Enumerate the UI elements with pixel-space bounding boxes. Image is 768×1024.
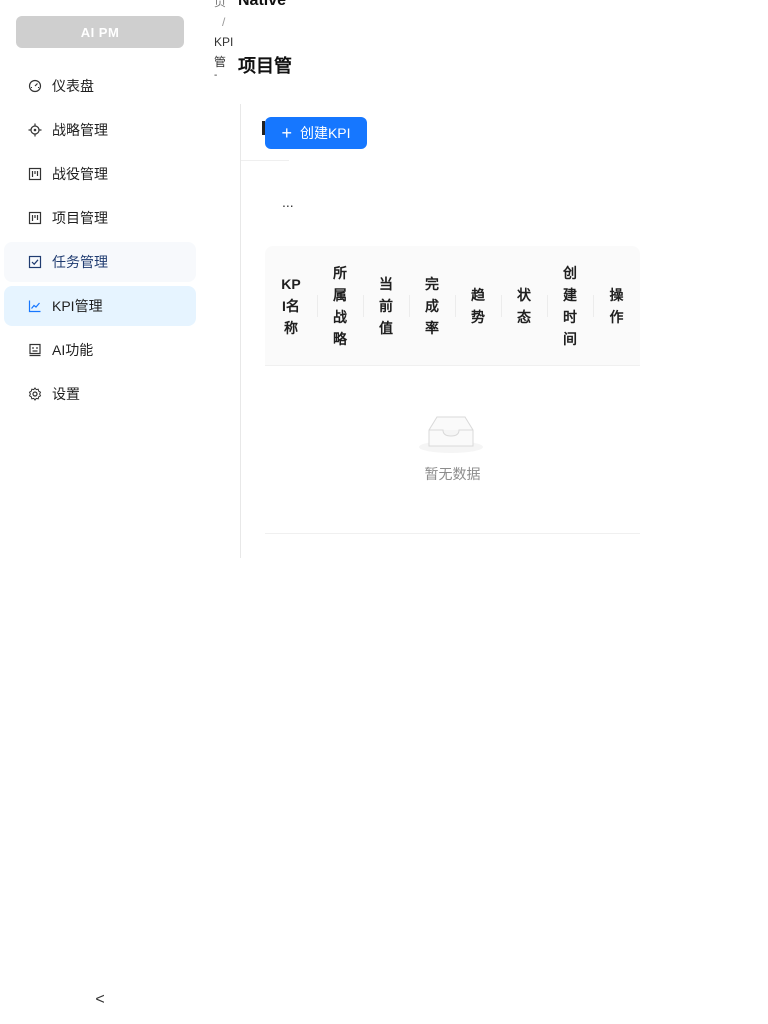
project-board-icon (28, 211, 42, 225)
create-kpi-button[interactable]: + 创建KPI (265, 117, 367, 149)
sidebar: AI PM 仪表盘 战略管理 战役管理 项目管理 任务管理 KPI管理 AI功能… (0, 0, 200, 1024)
column-header-created-time[interactable]: 创建时间 (547, 246, 593, 365)
content-divider (240, 104, 241, 558)
sidebar-item-label: AI功能 (52, 342, 94, 358)
robot-icon (28, 343, 42, 357)
column-header-current-value[interactable]: 当前值 (363, 246, 409, 365)
checkbox-icon (28, 255, 42, 269)
create-kpi-label: 创建KPI (299, 125, 351, 141)
line-chart-icon (28, 299, 42, 313)
sidebar-item-label: KPI管理 (52, 298, 103, 314)
sidebar-item-dashboard[interactable]: 仪表盘 (4, 66, 196, 106)
column-header-trend[interactable]: 趋势 (455, 246, 501, 365)
column-header-completion-rate[interactable]: 完成率 (409, 246, 455, 365)
column-header-actions: 操作 (593, 246, 640, 365)
sidebar-item-label: 任务管理 (52, 254, 108, 270)
sidebar-item-label: 设置 (52, 386, 80, 402)
aim-icon (28, 123, 42, 137)
column-header-status[interactable]: 状态 (501, 246, 547, 365)
gear-icon (28, 387, 42, 401)
table-empty-state: 暂无数据 (265, 366, 640, 534)
project-board-icon (28, 167, 42, 181)
breadcrumb-item[interactable]: 页 (214, 0, 238, 12)
page-title: 项目管 (238, 56, 292, 76)
dashboard-icon (28, 79, 42, 93)
sidebar-item-campaign[interactable]: 战役管理 (4, 154, 196, 194)
sidebar-item-task[interactable]: 任务管理 (4, 242, 196, 282)
kpi-table: KPI名称 所属战略 当前值 完成率 趋势 状态 创建时间 操作 暂无数据 (265, 246, 640, 534)
column-header-strategy[interactable]: 所属战略 (317, 246, 363, 365)
empty-text: 暂无数据 (424, 466, 481, 482)
column-header-kpi-name[interactable]: KPI名称 (265, 246, 317, 365)
page-title-top: Native (238, 0, 287, 9)
collapse-sidebar-button[interactable]: < (92, 988, 108, 1012)
sidebar-item-ai[interactable]: AI功能 (4, 330, 196, 370)
more-options-button[interactable]: ... (282, 194, 294, 210)
breadcrumb-item[interactable]: KPI (214, 32, 238, 52)
app-logo[interactable]: AI PM (16, 16, 184, 48)
toolbar-divider (241, 160, 289, 161)
sidebar-menu: 仪表盘 战略管理 战役管理 项目管理 任务管理 KPI管理 AI功能 设置 (4, 66, 196, 418)
breadcrumb-separator: / (222, 15, 226, 29)
sidebar-item-label: 项目管理 (52, 210, 108, 226)
sidebar-item-project[interactable]: 项目管理 (4, 198, 196, 238)
plus-icon: + (281, 123, 292, 143)
breadcrumb: 页 / KPI 管 - (214, 0, 238, 81)
sidebar-item-settings[interactable]: 设置 (4, 374, 196, 414)
sidebar-item-strategy[interactable]: 战略管理 (4, 110, 196, 150)
sidebar-item-label: 战略管理 (52, 122, 108, 138)
empty-inbox-icon (419, 416, 483, 453)
sidebar-item-kpi[interactable]: KPI管理 (4, 286, 196, 326)
table-header: KPI名称 所属战略 当前值 完成率 趋势 状态 创建时间 操作 (265, 246, 640, 366)
sidebar-item-label: 仪表盘 (52, 78, 94, 94)
breadcrumb-item[interactable]: 管 (214, 52, 238, 72)
breadcrumb-item: - (214, 70, 218, 81)
sidebar-item-label: 战役管理 (52, 166, 108, 182)
